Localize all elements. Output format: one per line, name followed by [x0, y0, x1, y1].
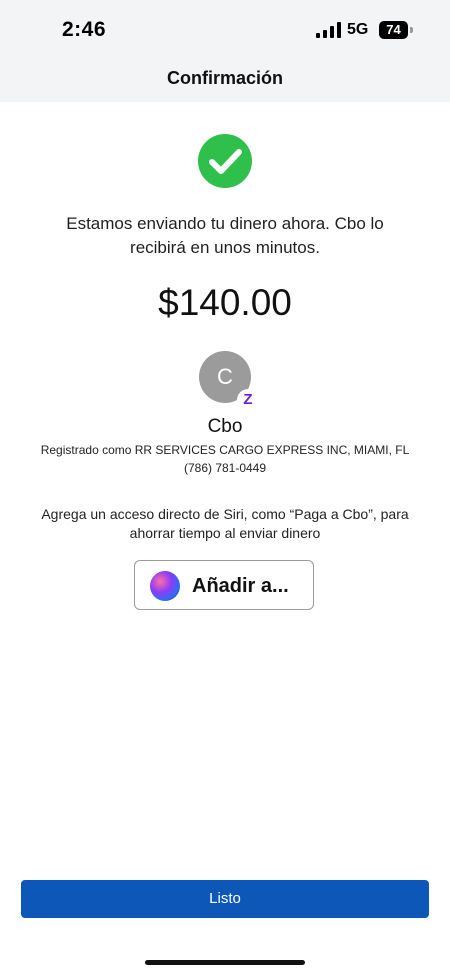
siri-icon	[150, 571, 180, 601]
confirmation-message: Estamos enviando tu dinero ahora. Cbo lo…	[66, 214, 384, 257]
cellular-signal-icon	[316, 22, 341, 38]
home-indicator[interactable]	[145, 960, 305, 965]
amount-sent: $140.00	[158, 282, 292, 323]
network-type-label: 5G	[347, 21, 369, 38]
page-title: Confirmación	[166, 68, 283, 88]
zelle-badge-icon: Z	[237, 389, 259, 411]
recipient-registered-info: Registrado como RR SERVICES CARGO EXPRES…	[40, 443, 410, 457]
recipient-name: Cbo	[207, 416, 243, 437]
done-button[interactable]: Listo	[21, 880, 429, 918]
recipient-phone: (786) 781-0449	[183, 461, 267, 475]
battery-icon: 74	[379, 21, 413, 39]
siri-shortcut-text: Agrega un acceso directo de Siri, como “…	[41, 506, 409, 541]
top-area: 2:46 5G 74 Confirmación	[0, 0, 450, 102]
status-time: 2:46	[62, 18, 107, 41]
add-to-siri-button[interactable]: Añadir a...	[134, 560, 314, 610]
battery-level: 74	[379, 21, 408, 39]
success-check-icon	[198, 134, 252, 188]
status-bar: 2:46 5G 74	[0, 0, 450, 60]
battery-tip	[410, 27, 413, 33]
add-to-siri-label: Añadir a...	[192, 575, 289, 597]
